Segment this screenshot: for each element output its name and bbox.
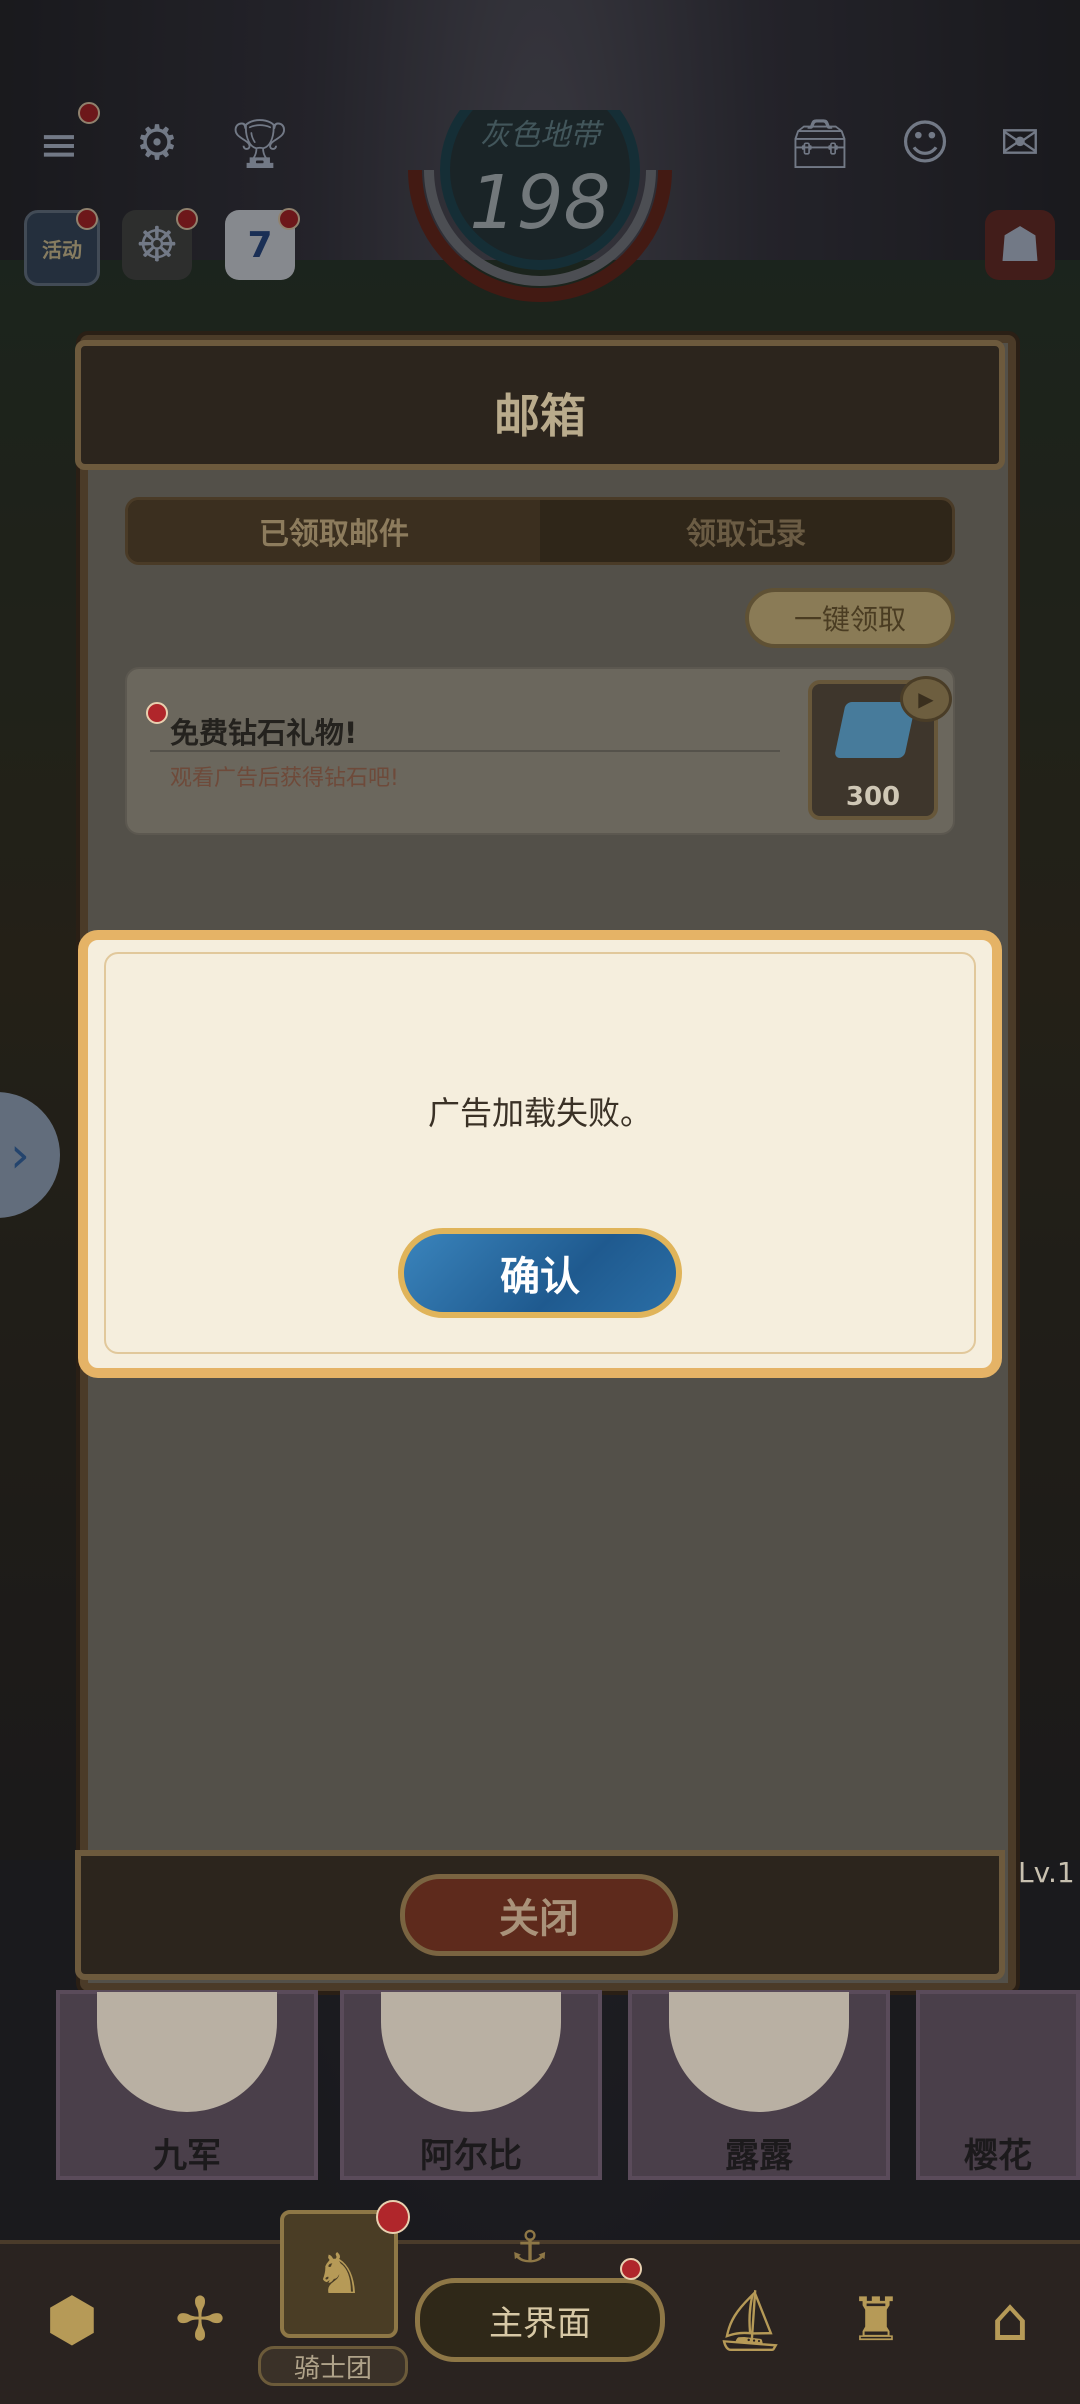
castle-gate-icon[interactable]: ♜ — [826, 2270, 926, 2370]
propeller-icon[interactable]: ✢ — [150, 2270, 250, 2370]
anchor-icon: ⚓ — [510, 2222, 550, 2273]
video-ad-icon: ▶ — [900, 676, 952, 722]
mail-item-description: 观看广告后获得钻石吧! — [170, 766, 399, 791]
close-button[interactable]: 关闭 — [400, 1874, 678, 1956]
character-level: Lv.1 — [1018, 1856, 1075, 1889]
shop-icon[interactable]: ⌂ — [960, 2270, 1060, 2370]
character-name: 阿尔比 — [420, 2136, 522, 2176]
main-label: 主界面 — [489, 2303, 591, 2344]
tab-claim-history[interactable]: 领取记录 — [540, 500, 952, 562]
knights-label[interactable]: 骑士团 — [258, 2346, 408, 2386]
notification-dot — [620, 2258, 642, 2280]
claim-all-label: 一键领取 — [793, 603, 906, 636]
mailbox-tabs: 已领取邮件 领取记录 — [125, 497, 955, 565]
hexagon-emblem-icon[interactable]: ⬢ — [22, 2270, 122, 2370]
confirm-label: 确认 — [500, 1254, 580, 1300]
mail-divider — [150, 750, 780, 752]
main-screen-button[interactable]: 主界面 — [415, 2278, 665, 2362]
unread-dot — [146, 702, 168, 724]
mailbox-title: 邮箱 — [494, 389, 586, 443]
character-name: 露露 — [725, 2136, 793, 2176]
ship-icon[interactable]: ⛵︎ — [700, 2270, 800, 2370]
mail-item-title: 免费钻石礼物! — [170, 716, 358, 750]
reward-count: 300 — [845, 782, 901, 812]
tab-label: 领取记录 — [686, 517, 806, 552]
dialog-message: 广告加载失败。 — [427, 1094, 652, 1132]
tab-claimed-mail[interactable]: 已领取邮件 — [128, 500, 540, 562]
claim-all-button[interactable]: 一键领取 — [745, 588, 955, 648]
close-label: 关闭 — [499, 1896, 579, 1942]
confirm-button[interactable]: 确认 — [398, 1228, 682, 1318]
character-name: 九军 — [153, 2136, 221, 2176]
tab-label: 已领取邮件 — [259, 517, 409, 552]
character-name: 樱花 — [964, 2136, 1032, 2176]
notification-dot — [376, 2200, 410, 2234]
